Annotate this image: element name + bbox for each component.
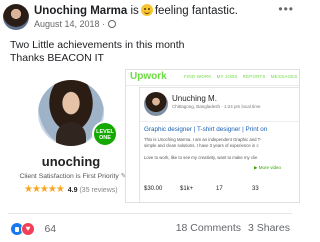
post-date[interactable]: August 14, 2018 <box>34 19 100 29</box>
profile-username: unoching <box>41 154 101 169</box>
grinning-face-icon <box>140 4 153 16</box>
nav-my-jobs: MY JOBS <box>216 74 238 79</box>
feeling-text: feeling fantastic. <box>154 5 238 17</box>
upwork-desc-line-3: Love to work, like to see my creativity,… <box>144 155 258 160</box>
upwork-divider <box>126 85 299 86</box>
comments-count[interactable]: 18 Comments <box>176 222 241 234</box>
upwork-separator <box>140 121 299 122</box>
more-options-icon[interactable]: ••• <box>278 2 294 16</box>
upwork-stat-hours: 33 <box>252 186 259 192</box>
reaction-count: 64 <box>44 222 57 235</box>
upwork-stat-jobs: 17 <box>216 186 223 192</box>
shares-count[interactable]: 3 Shares <box>248 222 290 234</box>
post-meta: August 14, 2018 · <box>34 19 117 29</box>
upwork-desc-line-2: simple and clean solutions. I have 3 yea… <box>144 143 259 148</box>
level-badge-line-2: ONE <box>99 135 111 141</box>
upwork-stat-earned: $1k+ <box>180 186 194 192</box>
star-rating-icon: ★★★★★ <box>24 184 65 195</box>
profile-tagline-text: Client Satisfaction is First Priority <box>19 173 119 180</box>
post-photo[interactable]: LEVEL ONE unoching Client Satisfaction i… <box>0 66 300 206</box>
upwork-profile-card: Upwork FIND WORK MY JOBS REPORTS MESSAGES U… <box>125 69 300 203</box>
love-reaction-icon: ♥ <box>21 221 35 236</box>
profile-tagline: Client Satisfaction is First Priority ✎ <box>10 172 136 180</box>
upwork-logo: Upwork <box>130 71 167 82</box>
post-text-line-2: Thanks BEACON IT <box>10 52 104 64</box>
author-line: Unoching Marma is feeling fantastic. <box>34 4 238 17</box>
author-avatar[interactable] <box>3 4 29 30</box>
globe-icon <box>108 20 117 28</box>
upwork-nav-links: FIND WORK MY JOBS REPORTS MESSAGES <box>184 74 299 79</box>
feeling-prefix: is <box>130 5 139 17</box>
nav-reports: REPORTS <box>242 74 266 79</box>
upwork-stat-rate: $30.00 <box>144 186 163 192</box>
footer-divider <box>8 213 292 214</box>
rating-row: ★★★★★ 4.9 (35 reviews) <box>24 184 118 195</box>
upwork-avatar <box>144 92 168 116</box>
author-name[interactable]: Unoching Marma <box>34 5 127 17</box>
upwork-name: Unuching M. <box>172 94 217 103</box>
rating-value: 4.9 <box>67 187 78 194</box>
upwork-location: Chittagong, Bangladesh · 1:24 pm local t… <box>172 104 261 109</box>
upwork-stats: $30.00 $1k+ 17 33 <box>144 186 288 192</box>
post-text: Two Little achievements in this month Th… <box>10 39 185 65</box>
upwork-description: This is Unoching Marma. I am an independ… <box>144 137 261 149</box>
nav-find-work: FIND WORK <box>184 74 212 79</box>
fiverr-profile-card: LEVEL ONE unoching Client Satisfaction i… <box>10 68 140 204</box>
post-text-line-1: Two Little achievements in this month <box>10 39 185 51</box>
review-count: (35 reviews) <box>79 187 118 194</box>
level-badge: LEVEL ONE <box>92 121 118 147</box>
upwork-nav: Upwork FIND WORK MY JOBS REPORTS MESSAGES <box>126 70 299 84</box>
upwork-title: Graphic designer | T-shirt designer | Pr… <box>144 126 268 133</box>
nav-messages: MESSAGES <box>270 74 298 79</box>
upwork-more-label: More video <box>258 165 281 170</box>
engagement-summary: 18 Comments 3 Shares <box>176 222 290 234</box>
post-header: Unoching Marma is feeling fantastic. Augu… <box>0 0 300 34</box>
reactions-summary[interactable]: ♥ 64 <box>10 220 56 236</box>
upwork-profile-box: Unuching M. Chittagong, Bangladesh · 1:2… <box>139 87 299 202</box>
upwork-more-video: ▶ More video <box>254 165 281 170</box>
